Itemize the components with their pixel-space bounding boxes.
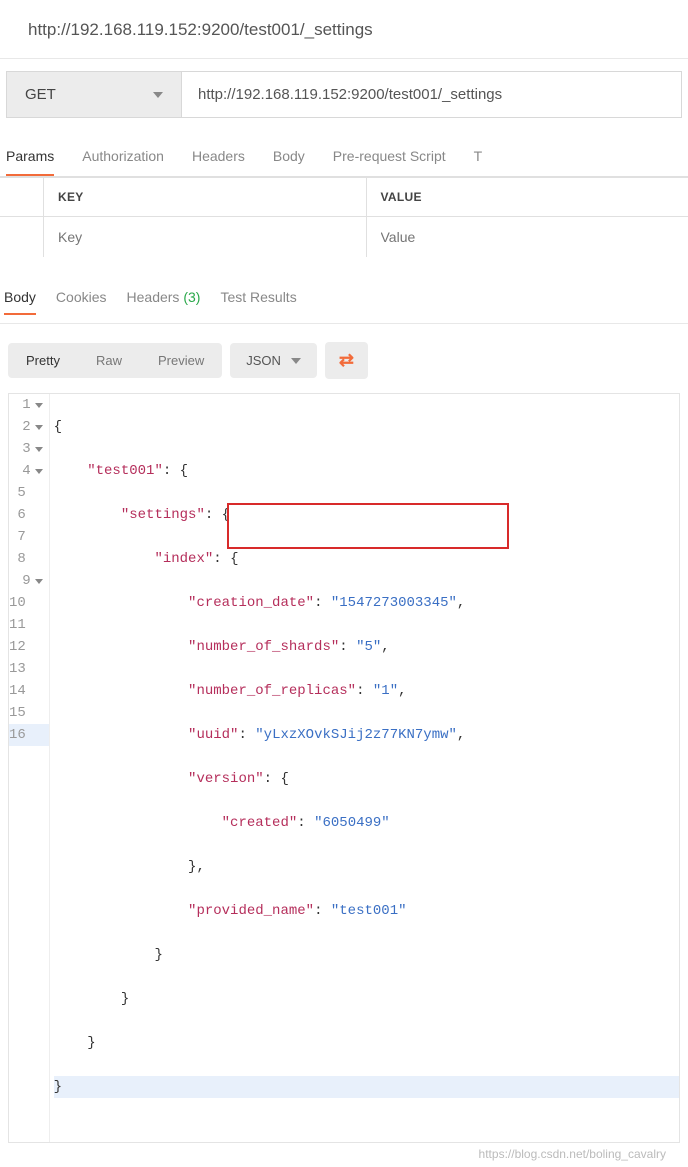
wrap-icon: ⇄ <box>339 350 354 371</box>
request-tabs: Params Authorization Headers Body Pre-re… <box>0 118 688 177</box>
line-wrap-button[interactable]: ⇄ <box>325 342 368 379</box>
tab-authorization[interactable]: Authorization <box>82 148 164 176</box>
param-value-input[interactable] <box>367 217 688 257</box>
response-tab-headers[interactable]: Headers (3) <box>127 289 201 315</box>
response-tabs: Body Cookies Headers (3) Test Results <box>0 267 688 324</box>
response-view-toolbar: Pretty Raw Preview JSON ⇄ <box>0 324 688 393</box>
response-tab-cookies[interactable]: Cookies <box>56 289 107 315</box>
http-method-label: GET <box>25 86 56 103</box>
request-bar: GET <box>6 71 682 118</box>
headers-count-badge: (3) <box>183 289 200 305</box>
tab-tests[interactable]: T <box>474 148 483 176</box>
param-key-input[interactable] <box>44 217 367 257</box>
column-key-header: KEY <box>44 178 367 216</box>
tab-pre-request[interactable]: Pre-request Script <box>333 148 446 176</box>
view-mode-tabs: Pretty Raw Preview <box>8 343 222 378</box>
chevron-down-icon <box>291 358 301 364</box>
response-body[interactable]: 1 2 3 4 5 6 7 8 9 10 11 12 13 14 15 16 {… <box>8 393 680 1143</box>
params-table: KEY VALUE <box>0 177 688 257</box>
column-value-header: VALUE <box>367 178 688 216</box>
view-raw[interactable]: Raw <box>78 343 140 378</box>
tab-headers[interactable]: Headers <box>192 148 245 176</box>
view-pretty[interactable]: Pretty <box>8 343 78 378</box>
response-tab-test-results[interactable]: Test Results <box>220 289 296 315</box>
tab-params[interactable]: Params <box>6 148 54 176</box>
tab-body[interactable]: Body <box>273 148 305 176</box>
watermark: https://blog.csdn.net/boling_cavalry <box>0 1143 688 1167</box>
line-gutter: 1 2 3 4 5 6 7 8 9 10 11 12 13 14 15 16 <box>9 394 50 1142</box>
format-select[interactable]: JSON <box>230 343 317 378</box>
json-content: { "test001": { "settings": { "index": { … <box>50 394 679 1142</box>
chevron-down-icon <box>153 92 163 98</box>
format-label: JSON <box>246 353 281 368</box>
response-tab-body[interactable]: Body <box>4 289 36 315</box>
http-method-select[interactable]: GET <box>7 72 182 117</box>
view-preview[interactable]: Preview <box>140 343 222 378</box>
request-title: http://192.168.119.152:9200/test001/_set… <box>0 0 688 59</box>
request-url-input[interactable] <box>182 72 681 117</box>
